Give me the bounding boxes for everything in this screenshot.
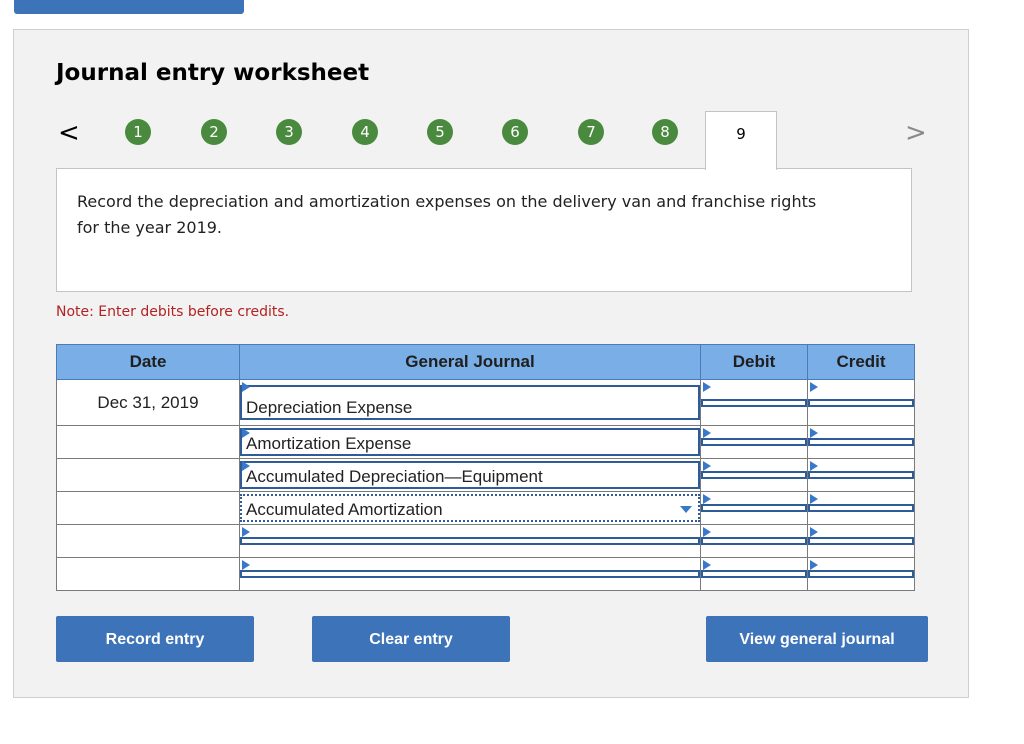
step-1-button[interactable]: 1 — [125, 119, 151, 145]
clear-entry-button[interactable]: Clear entry — [312, 616, 510, 662]
account-input[interactable] — [240, 537, 700, 545]
debit-cell — [700, 524, 808, 558]
dropdown-marker-icon — [242, 461, 250, 471]
input-marker-icon — [810, 527, 818, 537]
credit-input[interactable] — [808, 471, 914, 479]
next-arrow-icon[interactable]: > — [905, 118, 927, 148]
instruction-box: Record the depreciation and amortization… — [56, 168, 912, 292]
table-row: Accumulated Amortization — [56, 491, 915, 525]
debit-cell — [700, 557, 808, 591]
instruction-text: Record the depreciation and amortization… — [77, 192, 817, 237]
prev-arrow-icon[interactable]: < — [58, 118, 80, 148]
step-7-button[interactable]: 7 — [578, 119, 604, 145]
input-marker-icon — [703, 527, 711, 537]
debit-input[interactable] — [701, 398, 807, 407]
credit-cell — [807, 491, 915, 525]
debit-input[interactable] — [701, 570, 807, 578]
dropdown-marker-icon — [242, 382, 250, 392]
view-general-journal-button[interactable]: View general journal — [706, 616, 928, 662]
date-cell — [56, 458, 240, 492]
account-cell — [239, 524, 701, 558]
header-date: Date — [56, 344, 240, 380]
debit-cell — [700, 379, 808, 426]
account-cell: Accumulated Amortization — [239, 491, 701, 525]
input-marker-icon — [703, 461, 711, 471]
step-2-button[interactable]: 2 — [201, 119, 227, 145]
debit-input[interactable] — [701, 537, 807, 545]
date-cell — [56, 425, 240, 459]
date-cell — [56, 557, 240, 591]
table-row — [56, 524, 915, 558]
record-entry-button[interactable]: Record entry — [56, 616, 254, 662]
account-input[interactable] — [240, 570, 700, 578]
step-8-button[interactable]: 8 — [652, 119, 678, 145]
table-row — [56, 557, 915, 591]
input-marker-icon — [703, 382, 711, 392]
dropdown-marker-icon — [242, 527, 250, 537]
input-marker-icon — [810, 428, 818, 438]
dropdown-arrow-icon[interactable] — [680, 506, 692, 513]
note-text: Note: Enter debits before credits. — [56, 304, 290, 320]
debit-cell — [700, 425, 808, 459]
account-cell: Amortization Expense — [239, 425, 701, 459]
credit-cell — [807, 557, 915, 591]
account-input[interactable]: Depreciation Expense — [240, 385, 700, 420]
debit-cell — [700, 458, 808, 492]
step-5-button[interactable]: 5 — [427, 119, 453, 145]
step-6-button[interactable]: 6 — [502, 119, 528, 145]
input-marker-icon — [810, 494, 818, 504]
account-input[interactable]: Amortization Expense — [240, 428, 700, 456]
date-cell — [56, 491, 240, 525]
input-marker-icon — [810, 382, 818, 392]
table-row: Dec 31, 2019 Depreciation Expense — [56, 379, 915, 426]
credit-input[interactable] — [808, 398, 914, 407]
dropdown-marker-icon — [242, 560, 250, 570]
credit-input[interactable] — [808, 504, 914, 512]
date-cell: Dec 31, 2019 — [56, 379, 240, 426]
input-marker-icon — [703, 428, 711, 438]
page-title: Journal entry worksheet — [56, 60, 370, 86]
credit-cell — [807, 379, 915, 426]
header-debit: Debit — [700, 344, 808, 380]
debit-cell — [700, 491, 808, 525]
credit-cell — [807, 425, 915, 459]
debit-input[interactable] — [701, 438, 807, 446]
date-cell — [56, 524, 240, 558]
account-cell — [239, 557, 701, 591]
debit-input[interactable] — [701, 471, 807, 479]
top-banner-button[interactable] — [14, 0, 244, 14]
journal-table: Date General Journal Debit Credit Dec 31… — [56, 344, 915, 591]
input-marker-icon — [703, 560, 711, 570]
table-row: Amortization Expense — [56, 425, 915, 459]
credit-input[interactable] — [808, 537, 914, 545]
dropdown-marker-icon — [242, 428, 250, 438]
credit-input[interactable] — [808, 570, 914, 578]
account-cell: Accumulated Depreciation—Equipment — [239, 458, 701, 492]
step-3-button[interactable]: 3 — [276, 119, 302, 145]
input-marker-icon — [810, 560, 818, 570]
table-header-row: Date General Journal Debit Credit — [56, 344, 915, 380]
account-input[interactable]: Accumulated Depreciation—Equipment — [240, 461, 700, 489]
input-marker-icon — [810, 461, 818, 471]
table-row: Accumulated Depreciation—Equipment — [56, 458, 915, 492]
input-marker-icon — [703, 494, 711, 504]
debit-input[interactable] — [701, 504, 807, 512]
journal-worksheet-panel: Journal entry worksheet < 1 2 3 4 5 6 7 … — [13, 29, 969, 698]
credit-input[interactable] — [808, 438, 914, 446]
step-4-button[interactable]: 4 — [352, 119, 378, 145]
account-cell: Depreciation Expense — [239, 379, 701, 426]
credit-cell — [807, 524, 915, 558]
header-credit: Credit — [807, 344, 915, 380]
header-general-journal: General Journal — [239, 344, 701, 380]
account-select-focused[interactable]: Accumulated Amortization — [240, 494, 700, 522]
credit-cell — [807, 458, 915, 492]
step-9-tab-active[interactable]: 9 — [705, 111, 777, 170]
